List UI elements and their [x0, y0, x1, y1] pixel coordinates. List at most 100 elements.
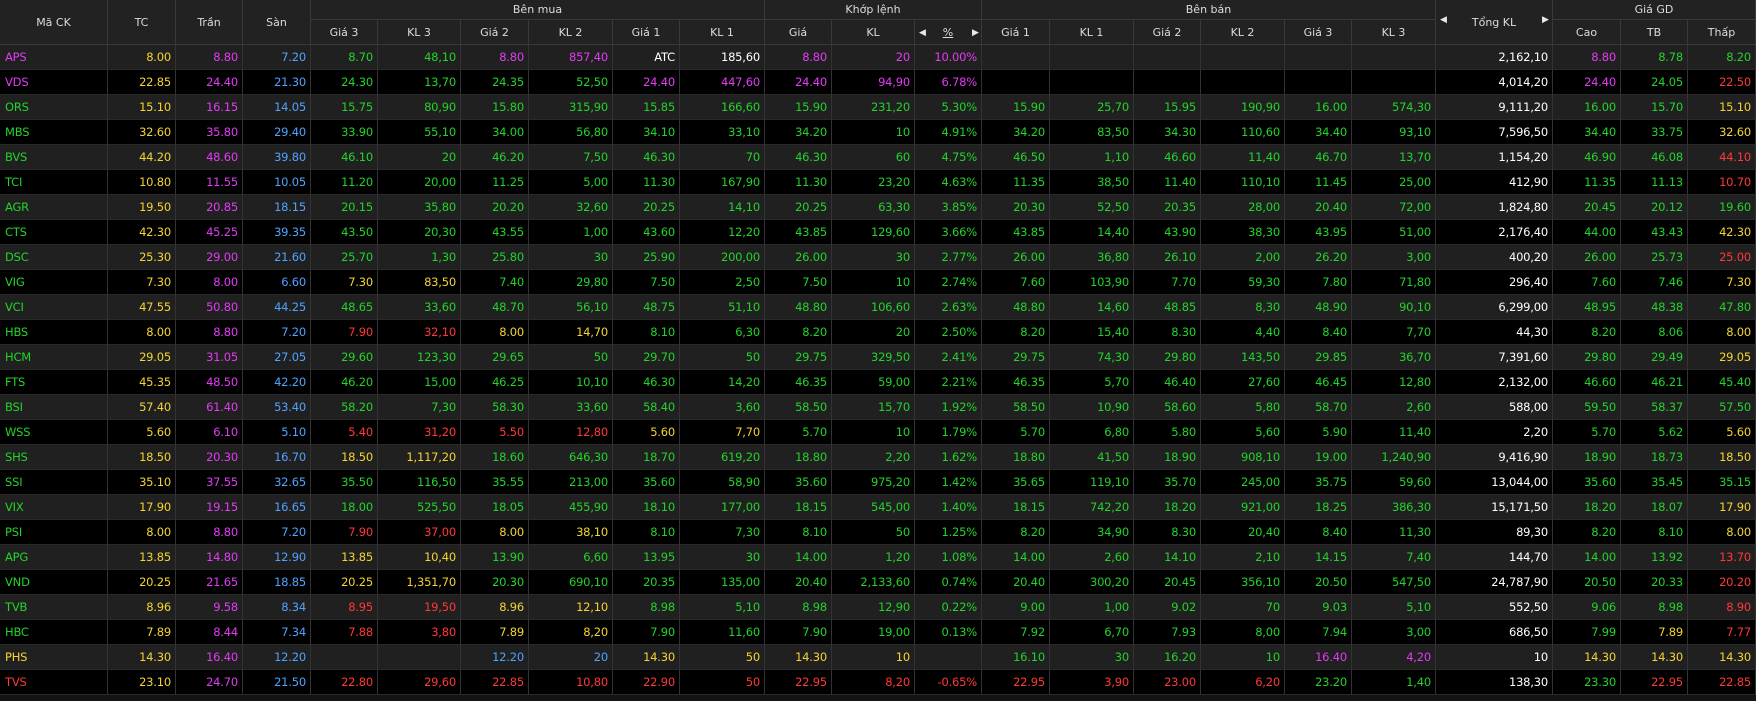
col-header-sell-kl1[interactable]: KL 1	[1050, 20, 1134, 45]
cell-sym[interactable]: WSS	[0, 420, 108, 445]
cell-mp: 34.20	[765, 120, 832, 145]
cell-sk1: 10,90	[1050, 395, 1134, 420]
group-header-gia-gd: Giá GD	[1553, 0, 1756, 20]
cell-sym[interactable]: VND	[0, 570, 108, 595]
cell-sym[interactable]: FTS	[0, 370, 108, 395]
col-header-buy-kl2[interactable]: KL 2	[529, 20, 613, 45]
col-header-buy-gia3[interactable]: Giá 3	[311, 20, 378, 45]
cell-sym[interactable]: APS	[0, 45, 108, 70]
table-row[interactable]: TVB 8.96 9.58 8.34 8.95 19,50 8.96 12,10 8.98 5,1…	[0, 595, 1756, 620]
cell-s2: 7.93	[1134, 620, 1201, 645]
cell-sym[interactable]: SSI	[0, 470, 108, 495]
cell-mk: 60	[832, 145, 915, 170]
table-row[interactable]: TCI 10.80 11.55 10.05 11.20 20,00 11.25 5,00 11.…	[0, 170, 1756, 195]
cell-sym[interactable]: APG	[0, 545, 108, 570]
col-header-tc[interactable]: TC	[108, 0, 176, 45]
cell-sym[interactable]: TCI	[0, 170, 108, 195]
table-row[interactable]: HBC 7.89 8.44 7.34 7.88 3,80 7.89 8,20 7.90 11,60…	[0, 620, 1756, 645]
price-board: Mã CK TC Trần Sàn Bên mua Khớp lệnh Bên …	[0, 0, 1756, 701]
cell-sym[interactable]: ORS	[0, 95, 108, 120]
cell-san: 14.05	[243, 95, 311, 120]
table-row[interactable]: WSS 5.60 6.10 5.10 5.40 31,20 5.50 12,80 5.60 7,7…	[0, 420, 1756, 445]
col-header-tran[interactable]: Trần	[176, 0, 243, 45]
col-header-match-gia[interactable]: Giá	[765, 20, 832, 45]
table-row[interactable]: VDS 22.85 24.40 21.30 24.30 13,70 24.35 52,50 24…	[0, 70, 1756, 95]
table-row[interactable]: APS 8.00 8.80 7.20 8.70 48,10 8.80 857,40 ATC 185…	[0, 45, 1756, 70]
cell-sym[interactable]: TVB	[0, 595, 108, 620]
match-prev-arrow-icon[interactable]: ◀	[919, 28, 926, 38]
cell-sk1: 6,80	[1050, 420, 1134, 445]
table-row[interactable]: VCI 47.55 50.80 44.25 48.65 33,60 48.70 56,10 48…	[0, 295, 1756, 320]
cell-s1	[982, 45, 1050, 70]
cell-mp: 24.40	[765, 70, 832, 95]
cell-sym[interactable]: VCI	[0, 295, 108, 320]
tong-kl-next-arrow-icon[interactable]: ▶	[1542, 15, 1549, 25]
cell-tran: 8.80	[176, 45, 243, 70]
table-row[interactable]: PSI 8.00 8.80 7.20 7.90 37,00 8.00 38,10 8.10 7,3…	[0, 520, 1756, 545]
table-row[interactable]: ORS 15.10 16.15 14.05 15.75 80,90 15.80 315,90 1…	[0, 95, 1756, 120]
col-header-sell-gia2[interactable]: Giá 2	[1134, 20, 1201, 45]
col-header-sell-kl3[interactable]: KL 3	[1352, 20, 1436, 45]
cell-sym[interactable]: SHS	[0, 445, 108, 470]
col-header-sell-gia1[interactable]: Giá 1	[982, 20, 1050, 45]
table-row[interactable]: HCM 29.05 31.05 27.05 29.60 123,30 29.65 50 29.7…	[0, 345, 1756, 370]
cell-sym[interactable]: BVS	[0, 145, 108, 170]
cell-mp: 29.75	[765, 345, 832, 370]
col-header-sell-kl2[interactable]: KL 2	[1201, 20, 1285, 45]
col-header-buy-gia1[interactable]: Giá 1	[613, 20, 680, 45]
cell-b2: 35.55	[461, 470, 529, 495]
cell-san: 39.80	[243, 145, 311, 170]
cell-sym[interactable]: PSI	[0, 520, 108, 545]
table-row[interactable]: VND 20.25 21.65 18.85 20.25 1,351,70 20.30 690,…	[0, 570, 1756, 595]
col-header-san[interactable]: Sàn	[243, 0, 311, 45]
table-row[interactable]: AGR 19.50 20.85 18.15 20.15 35,80 20.20 32,60 20…	[0, 195, 1756, 220]
cell-sk3: 51,00	[1352, 220, 1436, 245]
cell-sym[interactable]: TVS	[0, 670, 108, 695]
col-header-match-kl[interactable]: KL	[832, 20, 915, 45]
col-header-thap[interactable]: Thấp	[1688, 20, 1756, 45]
cell-tc: 5.60	[108, 420, 176, 445]
cell-sym[interactable]: MBS	[0, 120, 108, 145]
cell-sym[interactable]: CTS	[0, 220, 108, 245]
table-row[interactable]: HBS 8.00 8.80 7.20 7.90 32,10 8.00 14,70 8.10 6,3…	[0, 320, 1756, 345]
col-header-sell-gia3[interactable]: Giá 3	[1285, 20, 1352, 45]
cell-sym[interactable]: VIX	[0, 495, 108, 520]
cell-sym[interactable]: VDS	[0, 70, 108, 95]
table-row[interactable]: TVS 23.10 24.70 21.50 22.80 29,60 22.85 10,80 22…	[0, 670, 1756, 695]
col-header-cao[interactable]: Cao	[1553, 20, 1621, 45]
cell-sym[interactable]: HBS	[0, 320, 108, 345]
cell-sym[interactable]: DSC	[0, 245, 108, 270]
cell-sym[interactable]: BSI	[0, 395, 108, 420]
table-row[interactable]: BSI 57.40 61.40 53.40 58.20 7,30 58.30 33,60 58.…	[0, 395, 1756, 420]
col-header-buy-gia2[interactable]: Giá 2	[461, 20, 529, 45]
table-row[interactable]: PHS 14.30 16.40 12.20 12.20 20 14.30 50 14.30 10 1…	[0, 645, 1756, 670]
cell-sym[interactable]: VIG	[0, 270, 108, 295]
cell-sym[interactable]: HBC	[0, 620, 108, 645]
cell-mk: 94,90	[832, 70, 915, 95]
col-header-buy-kl3[interactable]: KL 3	[378, 20, 461, 45]
col-header-tong-kl[interactable]: Tổng KL	[1436, 0, 1553, 45]
cell-sym[interactable]: PHS	[0, 645, 108, 670]
table-row[interactable]: SSI 35.10 37.55 32.65 35.50 116,50 35.55 213,00…	[0, 470, 1756, 495]
cell-sk2: 110,60	[1201, 120, 1285, 145]
cell-bk1: 50	[680, 670, 765, 695]
table-row[interactable]: FTS 45.35 48.50 42.20 46.20 15,00 46.25 10,10 46…	[0, 370, 1756, 395]
table-row[interactable]: VIG 7.30 8.00 6.60 7.30 83,50 7.40 29,80 7.50 2,5…	[0, 270, 1756, 295]
table-row[interactable]: APG 13.85 14.80 12.90 13.85 10,40 13.90 6,60 13.…	[0, 545, 1756, 570]
table-row[interactable]: DSC 25.30 29.00 21.60 25.70 1,30 25.80 30 25.90 2…	[0, 245, 1756, 270]
col-header-ma-ck[interactable]: Mã CK	[0, 0, 108, 45]
cell-sym[interactable]: HCM	[0, 345, 108, 370]
cell-s3: 23.20	[1285, 670, 1352, 695]
tong-kl-prev-arrow-icon[interactable]: ◀	[1440, 15, 1447, 25]
cell-s2: 15.95	[1134, 95, 1201, 120]
col-header-tb[interactable]: TB	[1621, 20, 1688, 45]
cell-sym[interactable]: AGR	[0, 195, 108, 220]
table-row[interactable]: BVS 44.20 48.60 39.80 46.10 20 46.20 7,50 46.30 7…	[0, 145, 1756, 170]
table-row[interactable]: CTS 42.30 45.25 39.35 43.50 20,30 43.55 1,00 43.…	[0, 220, 1756, 245]
table-row[interactable]: SHS 18.50 20.30 16.70 18.50 1,117,20 18.60 646,…	[0, 445, 1756, 470]
table-row[interactable]: VIX 17.90 19.15 16.65 18.00 525,50 18.05 455,90…	[0, 495, 1756, 520]
match-next-arrow-icon[interactable]: ▶	[972, 28, 979, 38]
col-header-buy-kl1[interactable]: KL 1	[680, 20, 765, 45]
cell-tc: 8.96	[108, 595, 176, 620]
table-row[interactable]: MBS 32.60 35.80 29.40 33.90 55,10 34.00 56,80 34…	[0, 120, 1756, 145]
